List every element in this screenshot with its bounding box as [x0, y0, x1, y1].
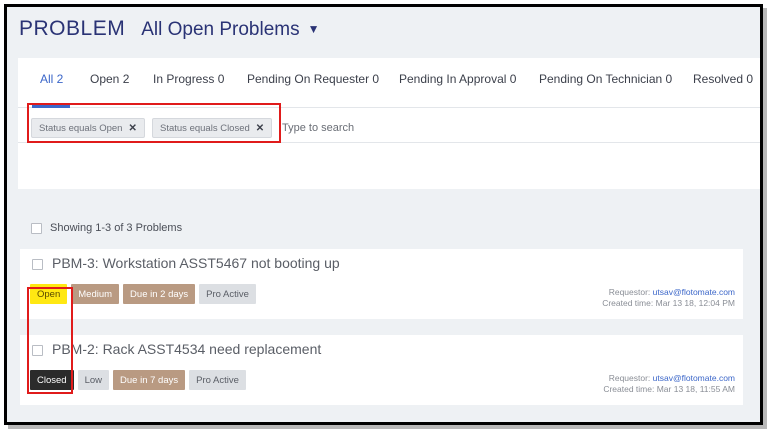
- tab-open[interactable]: Open 2: [90, 72, 129, 86]
- page-header: PROBLEM All Open Problems ▼: [19, 17, 320, 41]
- tab-pending-on-technician[interactable]: Pending On Technician 0: [539, 72, 672, 86]
- frame-shadow-bottom: [8, 425, 767, 429]
- filter-bar: Status equals Open ✕ Status equals Close…: [18, 108, 760, 143]
- requestor-label: Requestor:: [608, 373, 651, 383]
- created-label: Created time:: [603, 384, 655, 394]
- problem-card[interactable]: PBM-2: Rack ASST4534 need replacement Cl…: [20, 335, 743, 405]
- app-window: PROBLEM All Open Problems ▼ All 2 Open 2…: [4, 4, 763, 425]
- requestor-email[interactable]: utsav@flotomate.com: [653, 287, 735, 297]
- status-tabs: All 2 Open 2 In Progress 0 Pending On Re…: [18, 58, 760, 108]
- filter-chip-label: Status equals Closed: [160, 122, 250, 134]
- results-count: Showing 1-3 of 3 Problems: [50, 222, 183, 234]
- view-selector[interactable]: All Open Problems: [141, 19, 299, 41]
- filter-chip-status-open[interactable]: Status equals Open ✕: [31, 118, 145, 138]
- problem-title[interactable]: PBM-2: Rack ASST4534 need replacement: [52, 341, 321, 357]
- close-icon[interactable]: ✕: [128, 123, 136, 134]
- problem-tags: Open Medium Due in 2 days Pro Active: [30, 284, 260, 304]
- filter-chip-label: Status equals Open: [39, 122, 123, 134]
- results-summary: Showing 1-3 of 3 Problems: [31, 222, 182, 234]
- problem-meta: Requestor: utsav@flotomate.com Created t…: [602, 287, 735, 309]
- close-icon[interactable]: ✕: [256, 123, 264, 134]
- type-badge: Pro Active: [189, 370, 246, 390]
- search-input[interactable]: [282, 117, 482, 139]
- filter-panel: All 2 Open 2 In Progress 0 Pending On Re…: [18, 58, 760, 189]
- tab-pending-on-requester[interactable]: Pending On Requester 0: [247, 72, 379, 86]
- problem-title[interactable]: PBM-3: Workstation ASST5467 not booting …: [52, 255, 340, 271]
- created-time: Mar 13 18, 11:55 AM: [656, 384, 735, 394]
- priority-badge: Medium: [71, 284, 120, 304]
- tab-resolved[interactable]: Resolved 0: [693, 72, 753, 86]
- caret-down-icon[interactable]: ▼: [308, 22, 320, 36]
- created-label: Created time:: [602, 298, 654, 308]
- problem-card[interactable]: PBM-3: Workstation ASST5467 not booting …: [20, 249, 743, 319]
- status-badge: Closed: [30, 370, 74, 390]
- filter-chip-status-closed[interactable]: Status equals Closed ✕: [152, 118, 273, 138]
- status-badge: Open: [30, 284, 68, 304]
- tab-in-progress[interactable]: In Progress 0: [153, 72, 224, 86]
- due-badge: Due in 2 days: [123, 284, 196, 304]
- frame-shadow-right: [763, 8, 767, 429]
- priority-badge: Low: [77, 370, 110, 390]
- select-all-checkbox[interactable]: [31, 222, 42, 234]
- row-checkbox[interactable]: [32, 259, 43, 270]
- module-title: PROBLEM: [19, 17, 126, 40]
- row-checkbox[interactable]: [32, 345, 43, 356]
- problem-meta: Requestor: utsav@flotomate.com Created t…: [603, 373, 735, 395]
- problem-tags: Closed Low Due in 7 days Pro Active: [30, 370, 250, 390]
- requestor-label: Requestor:: [608, 287, 651, 297]
- tab-all[interactable]: All 2: [40, 72, 63, 86]
- created-time: Mar 13 18, 12:04 PM: [655, 298, 735, 308]
- requestor-email[interactable]: utsav@flotomate.com: [653, 373, 735, 383]
- due-badge: Due in 7 days: [113, 370, 186, 390]
- tab-pending-in-approval[interactable]: Pending In Approval 0: [399, 72, 516, 86]
- type-badge: Pro Active: [199, 284, 256, 304]
